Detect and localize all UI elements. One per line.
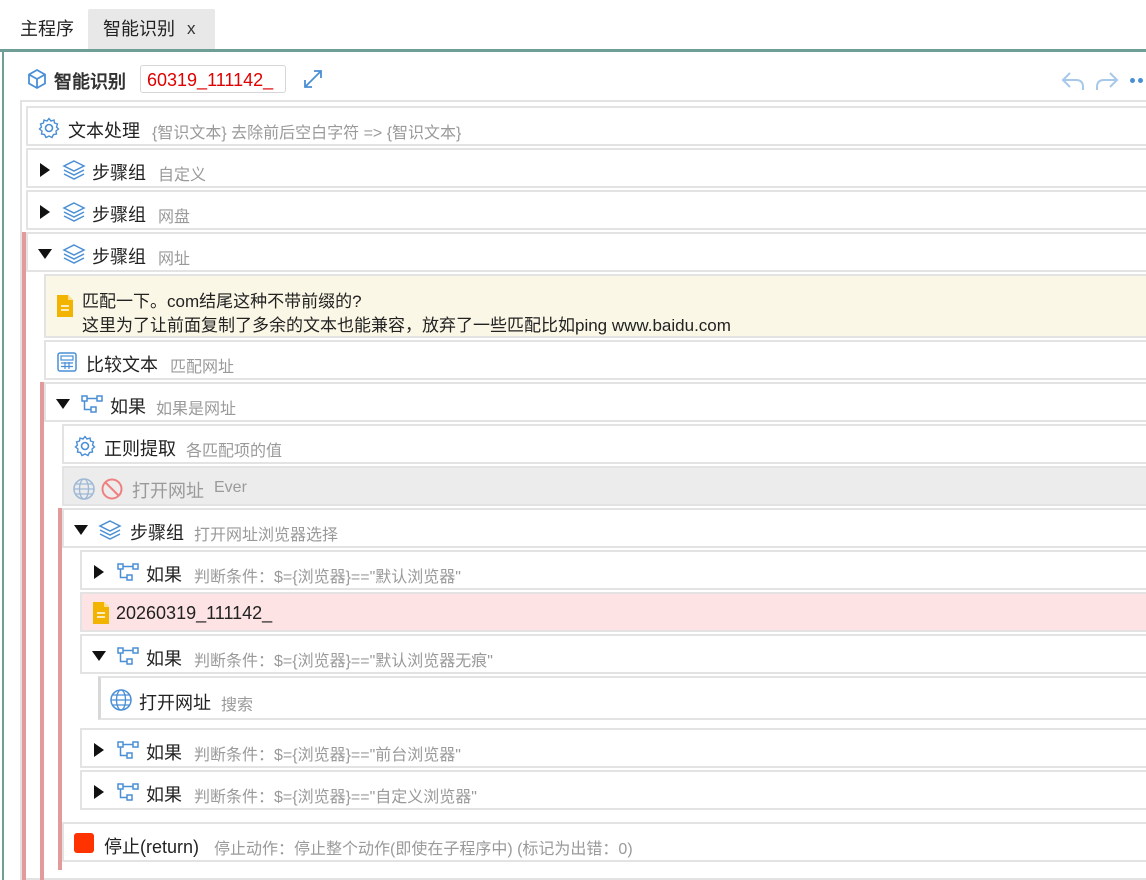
step-label: 文本处理 <box>68 121 140 141</box>
document-icon <box>93 602 109 624</box>
step-label: 20260319_111142_ <box>116 603 273 623</box>
tab-bar: 主程序 智能识别 x <box>0 0 1146 52</box>
tab-smart-recognition-label: 智能识别 <box>103 19 175 39</box>
step-group-custom[interactable]: 步骤组 自定义 <box>26 148 1146 188</box>
page-title: 智能识别 <box>54 72 126 92</box>
step-desc: 匹配网址 <box>170 359 235 376</box>
step-desc: 打开网址浏览器选择 <box>194 527 339 544</box>
expand-arrow-icon[interactable] <box>94 565 104 579</box>
branch-icon <box>117 647 139 665</box>
step-desc: 自定义 <box>158 167 207 184</box>
editor-panel: 智能识别 60319_111142_ 文本处理 {智识文本} 去除前后空白字符 … <box>2 52 1146 880</box>
group-url-bar <box>22 232 26 880</box>
gear-icon <box>74 435 96 457</box>
note-line-2: 这里为了让前面复制了多余的文本也能兼容，放弃了一些匹配比如ping www.ba… <box>82 316 731 335</box>
step-if-url[interactable]: 如果 如果是网址 <box>44 382 1146 422</box>
expand-icon[interactable] <box>302 68 324 90</box>
step-pink-note[interactable]: 20260319_111142_ <box>80 592 1146 632</box>
collapse-arrow-icon[interactable] <box>38 249 52 259</box>
stop-icon <box>74 833 94 853</box>
layers-icon <box>62 160 86 180</box>
step-label: 如果 <box>110 397 146 417</box>
expand-arrow-icon[interactable] <box>40 163 50 177</box>
step-stop-return[interactable]: 停止(return) 停止动作：停止整个动作(即使在子程序中) (标记为出错：0… <box>62 822 1146 862</box>
step-desc: 判断条件：$={浏览器}=="默认浏览器" <box>194 569 461 586</box>
step-desc: 如果是网址 <box>156 401 237 418</box>
step-if-incognito-browser[interactable]: 如果 判断条件：$={浏览器}=="默认浏览器无痕" <box>80 634 1146 674</box>
step-if-foreground-browser[interactable]: 如果 判断条件：$={浏览器}=="前台浏览器" <box>80 728 1146 768</box>
step-label: 步骤组 <box>92 205 146 225</box>
step-label: 正则提取 <box>104 439 176 459</box>
globe-icon <box>110 689 132 711</box>
branch-icon <box>117 783 139 801</box>
layers-icon <box>62 244 86 264</box>
step-list: 文本处理 {智识文本} 去除前后空白字符 => {智识文本} 步骤组 自定义 步… <box>20 100 1146 880</box>
step-open-url-ever[interactable]: 打开网址 Ever <box>62 466 1146 506</box>
step-label: 步骤组 <box>92 163 146 183</box>
step-desc: 停止动作：停止整个动作(即使在子程序中) (标记为出错：0) <box>214 841 633 858</box>
expand-arrow-icon[interactable] <box>40 205 50 219</box>
collapse-arrow-icon[interactable] <box>92 651 106 661</box>
step-label: 如果 <box>146 649 182 669</box>
step-desc: 网址 <box>158 251 191 268</box>
step-desc: 各匹配项的值 <box>186 443 283 460</box>
more-icon[interactable] <box>1130 78 1146 84</box>
collapse-arrow-icon[interactable] <box>74 525 88 535</box>
step-label: 比较文本 <box>86 355 158 375</box>
step-note-comment[interactable]: 匹配一下。com结尾这种不带前缀的? 这里为了让前面复制了多余的文本也能兼容，放… <box>44 274 1146 338</box>
step-desc: 判断条件：$={浏览器}=="默认浏览器无痕" <box>194 653 493 670</box>
branch-icon <box>117 741 139 759</box>
note-line-1: 匹配一下。com结尾这种不带前缀的? <box>82 292 362 311</box>
branch-icon <box>117 563 139 581</box>
step-desc: Ever <box>214 479 247 496</box>
step-if-custom-browser[interactable]: 如果 判断条件：$={浏览器}=="自定义浏览器" <box>80 770 1146 810</box>
step-group-browser-select[interactable]: 步骤组 打开网址浏览器选择 <box>62 508 1146 548</box>
redo-icon[interactable] <box>1094 70 1120 92</box>
step-compare-text[interactable]: 比较文本 匹配网址 <box>44 340 1146 380</box>
step-desc: 搜索 <box>221 697 254 714</box>
step-label: 如果 <box>146 785 182 805</box>
branch-icon <box>81 395 103 413</box>
name-input[interactable]: 60319_111142_ <box>140 65 286 93</box>
tab-main-program[interactable]: 主程序 <box>6 9 88 49</box>
step-label: 打开网址 <box>132 481 204 501</box>
cube-icon <box>28 68 46 90</box>
editor-header: 智能识别 60319_111142_ <box>4 52 1146 98</box>
step-label: 打开网址 <box>139 693 211 713</box>
forbidden-icon <box>101 478 123 500</box>
undo-icon[interactable] <box>1060 70 1086 92</box>
tab-smart-recognition[interactable]: 智能识别 x <box>88 9 215 49</box>
document-icon <box>57 295 73 317</box>
gear-icon <box>38 117 60 139</box>
browser-group-bar <box>58 508 62 870</box>
tab-close-button[interactable]: x <box>187 9 196 49</box>
expand-arrow-icon[interactable] <box>94 743 104 757</box>
step-open-url-search[interactable]: 打开网址 搜索 <box>98 676 1146 720</box>
step-regex-extract[interactable]: 正则提取 各匹配项的值 <box>62 424 1146 464</box>
step-desc: 网盘 <box>158 209 191 226</box>
step-text-process[interactable]: 文本处理 {智识文本} 去除前后空白字符 => {智识文本} <box>26 106 1146 146</box>
step-label: 如果 <box>146 743 182 763</box>
step-group-disk[interactable]: 步骤组 网盘 <box>26 190 1146 230</box>
calculator-icon <box>57 352 77 372</box>
step-desc: {智识文本} 去除前后空白字符 => {智识文本} <box>152 125 462 142</box>
step-label: 步骤组 <box>130 523 184 543</box>
layers-icon <box>98 520 122 540</box>
step-desc: 判断条件：$={浏览器}=="自定义浏览器" <box>194 789 477 806</box>
step-if-default-browser[interactable]: 如果 判断条件：$={浏览器}=="默认浏览器" <box>80 550 1146 590</box>
step-label: 如果 <box>146 565 182 585</box>
collapse-arrow-icon[interactable] <box>56 399 70 409</box>
step-group-url[interactable]: 步骤组 网址 <box>26 232 1146 272</box>
step-desc: 判断条件：$={浏览器}=="前台浏览器" <box>194 747 461 764</box>
if-url-bar <box>40 382 44 880</box>
layers-icon <box>62 202 86 222</box>
expand-arrow-icon[interactable] <box>94 785 104 799</box>
tab-main-program-label: 主程序 <box>20 19 74 39</box>
globe-icon <box>73 478 95 500</box>
step-label: 步骤组 <box>92 247 146 267</box>
step-label: 停止(return) <box>104 837 200 857</box>
